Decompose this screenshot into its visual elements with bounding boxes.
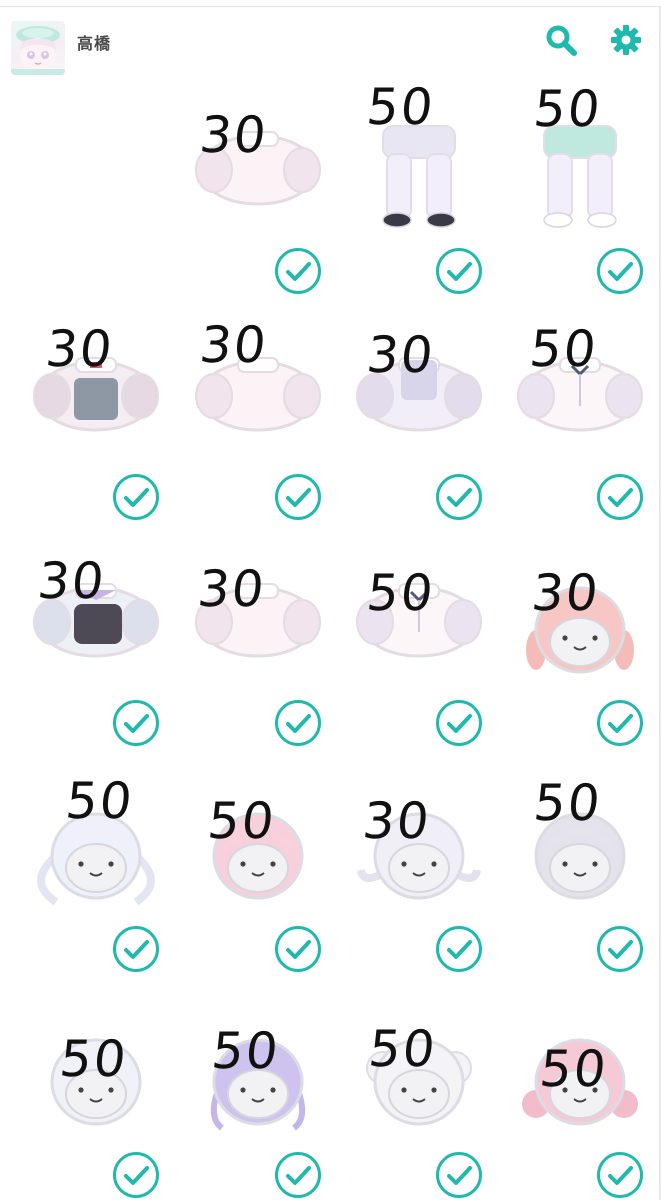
check-circle-icon[interactable]	[435, 925, 483, 973]
search-button[interactable]	[543, 22, 579, 58]
handwritten-price: 50	[204, 792, 279, 850]
handwritten-price: 50	[363, 564, 438, 622]
avatar-image	[11, 26, 65, 75]
handwritten-price: 50	[62, 772, 137, 830]
handwritten-price: 50	[530, 80, 605, 138]
item-cell[interactable]: 50	[500, 300, 660, 520]
item-cell[interactable]: 50	[500, 752, 660, 972]
item-cell[interactable]: 50	[500, 978, 660, 1198]
handwritten-price: 50	[530, 774, 605, 832]
check-circle-icon[interactable]	[274, 1151, 322, 1199]
check-circle-icon[interactable]	[435, 699, 483, 747]
check-circle-icon[interactable]	[596, 1151, 644, 1199]
check-circle-icon[interactable]	[435, 473, 483, 521]
item-cell[interactable]: 30	[339, 752, 499, 972]
item-image	[16, 74, 176, 244]
gear-icon	[611, 25, 641, 55]
item-cell[interactable]: 30	[178, 74, 338, 294]
item-cell[interactable]: 30	[178, 300, 338, 520]
item-cell[interactable]: 50	[178, 752, 338, 972]
check-circle-icon[interactable]	[596, 925, 644, 973]
check-circle-icon[interactable]	[274, 699, 322, 747]
check-circle-icon[interactable]	[435, 1151, 483, 1199]
item-cell[interactable]: 50	[16, 752, 176, 972]
item-cell[interactable]: 50	[339, 74, 499, 294]
app-header: 高橋	[0, 8, 661, 75]
handwritten-price: 50	[365, 1020, 440, 1078]
check-circle-icon[interactable]	[596, 699, 644, 747]
handwritten-price: 30	[196, 106, 271, 164]
item-cell[interactable]: 50	[339, 978, 499, 1198]
item-cell[interactable]: 50	[178, 978, 338, 1198]
item-cell[interactable]: 50	[16, 978, 176, 1198]
item-cell[interactable]: 50	[339, 526, 499, 746]
handwritten-price: 30	[194, 560, 269, 618]
settings-button[interactable]	[608, 22, 644, 58]
check-circle-icon[interactable]	[274, 247, 322, 295]
handwritten-price: 30	[34, 552, 109, 610]
check-circle-icon[interactable]	[274, 925, 322, 973]
handwritten-price: 30	[196, 316, 271, 374]
handwritten-price: 30	[528, 564, 603, 622]
check-circle-icon[interactable]	[274, 473, 322, 521]
item-cell[interactable]: 30	[178, 526, 338, 746]
item-cell[interactable]: 50	[500, 74, 660, 294]
handwritten-price: 50	[56, 1030, 131, 1088]
avatar[interactable]	[11, 21, 65, 75]
item-cell[interactable]: 30	[16, 526, 176, 746]
check-circle-icon[interactable]	[596, 473, 644, 521]
item-cell[interactable]: 30	[16, 300, 176, 520]
item-thumbnail[interactable]	[16, 74, 176, 244]
handwritten-price: 50	[526, 320, 601, 378]
handwritten-price: 50	[363, 78, 438, 136]
username: 高橋	[77, 34, 112, 53]
check-circle-icon[interactable]	[112, 1151, 160, 1199]
handwritten-price: 30	[363, 326, 438, 384]
handwritten-price: 50	[536, 1040, 611, 1098]
check-circle-icon[interactable]	[112, 699, 160, 747]
item-cell[interactable]	[16, 74, 176, 294]
handwritten-price: 50	[208, 1022, 283, 1080]
handwritten-price: 30	[359, 792, 434, 850]
search-icon	[546, 25, 577, 56]
handwritten-price: 30	[42, 320, 117, 378]
check-circle-icon[interactable]	[112, 473, 160, 521]
check-circle-icon[interactable]	[112, 925, 160, 973]
check-circle-icon[interactable]	[596, 247, 644, 295]
item-cell[interactable]: 30	[500, 526, 660, 746]
item-cell[interactable]: 30	[339, 300, 499, 520]
top-divider	[0, 6, 661, 7]
check-circle-icon[interactable]	[435, 247, 483, 295]
